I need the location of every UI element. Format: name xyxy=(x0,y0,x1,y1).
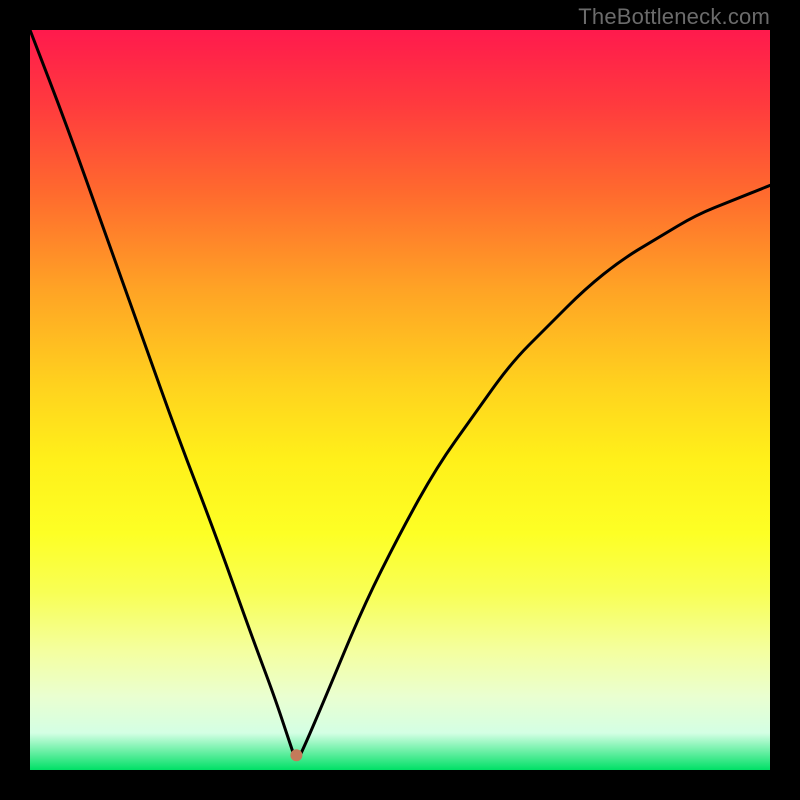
chart-frame: TheBottleneck.com xyxy=(0,0,800,800)
bottleneck-curve xyxy=(30,30,770,758)
optimal-marker xyxy=(290,749,302,761)
curve-svg xyxy=(30,30,770,770)
plot-area xyxy=(30,30,770,770)
watermark-text: TheBottleneck.com xyxy=(578,4,770,30)
